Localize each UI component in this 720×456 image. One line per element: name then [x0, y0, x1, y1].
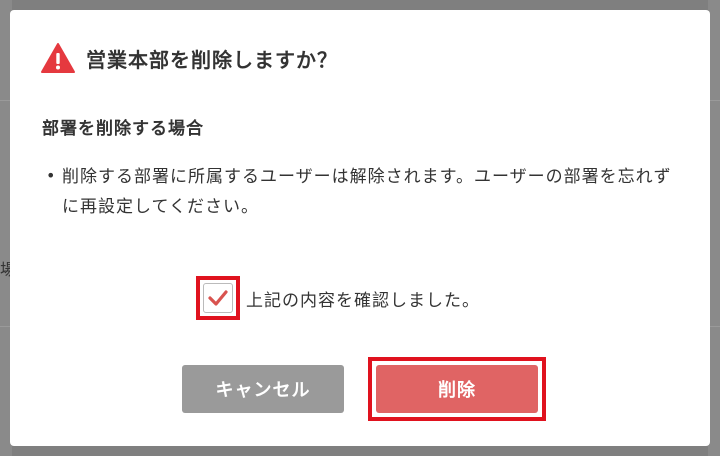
checkbox-highlight — [196, 276, 240, 320]
bullet-marker: • — [46, 166, 56, 185]
delete-button-highlight: 削除 — [368, 357, 546, 421]
warning-triangle-icon — [41, 43, 75, 73]
confirm-row: 上記の内容を確認しました。 — [196, 276, 480, 320]
cancel-button[interactable]: キャンセル — [182, 365, 344, 413]
section-heading: 部署を削除する場合 — [42, 119, 204, 139]
delete-department-dialog: 営業本部を削除しますか？ 部署を削除する場合 • 削除する部署に所属するユーザー… — [10, 10, 710, 446]
delete-button[interactable]: 削除 — [376, 365, 538, 413]
warning-bullet: • 削除する部署に所属するユーザーは解除されます。ユーザーの部署を忘れずに再設定… — [46, 162, 676, 222]
checkmark-icon — [208, 290, 228, 306]
confirm-label[interactable]: 上記の内容を確認しました。 — [246, 286, 480, 311]
dialog-title: 営業本部を削除しますか？ — [86, 47, 338, 72]
confirm-checkbox[interactable] — [203, 283, 233, 313]
dialog-header: 営業本部を削除しますか？ — [40, 42, 338, 74]
bullet-text: 削除する部署に所属するユーザーは解除されます。ユーザーの部署を忘れずに再設定して… — [62, 167, 672, 217]
